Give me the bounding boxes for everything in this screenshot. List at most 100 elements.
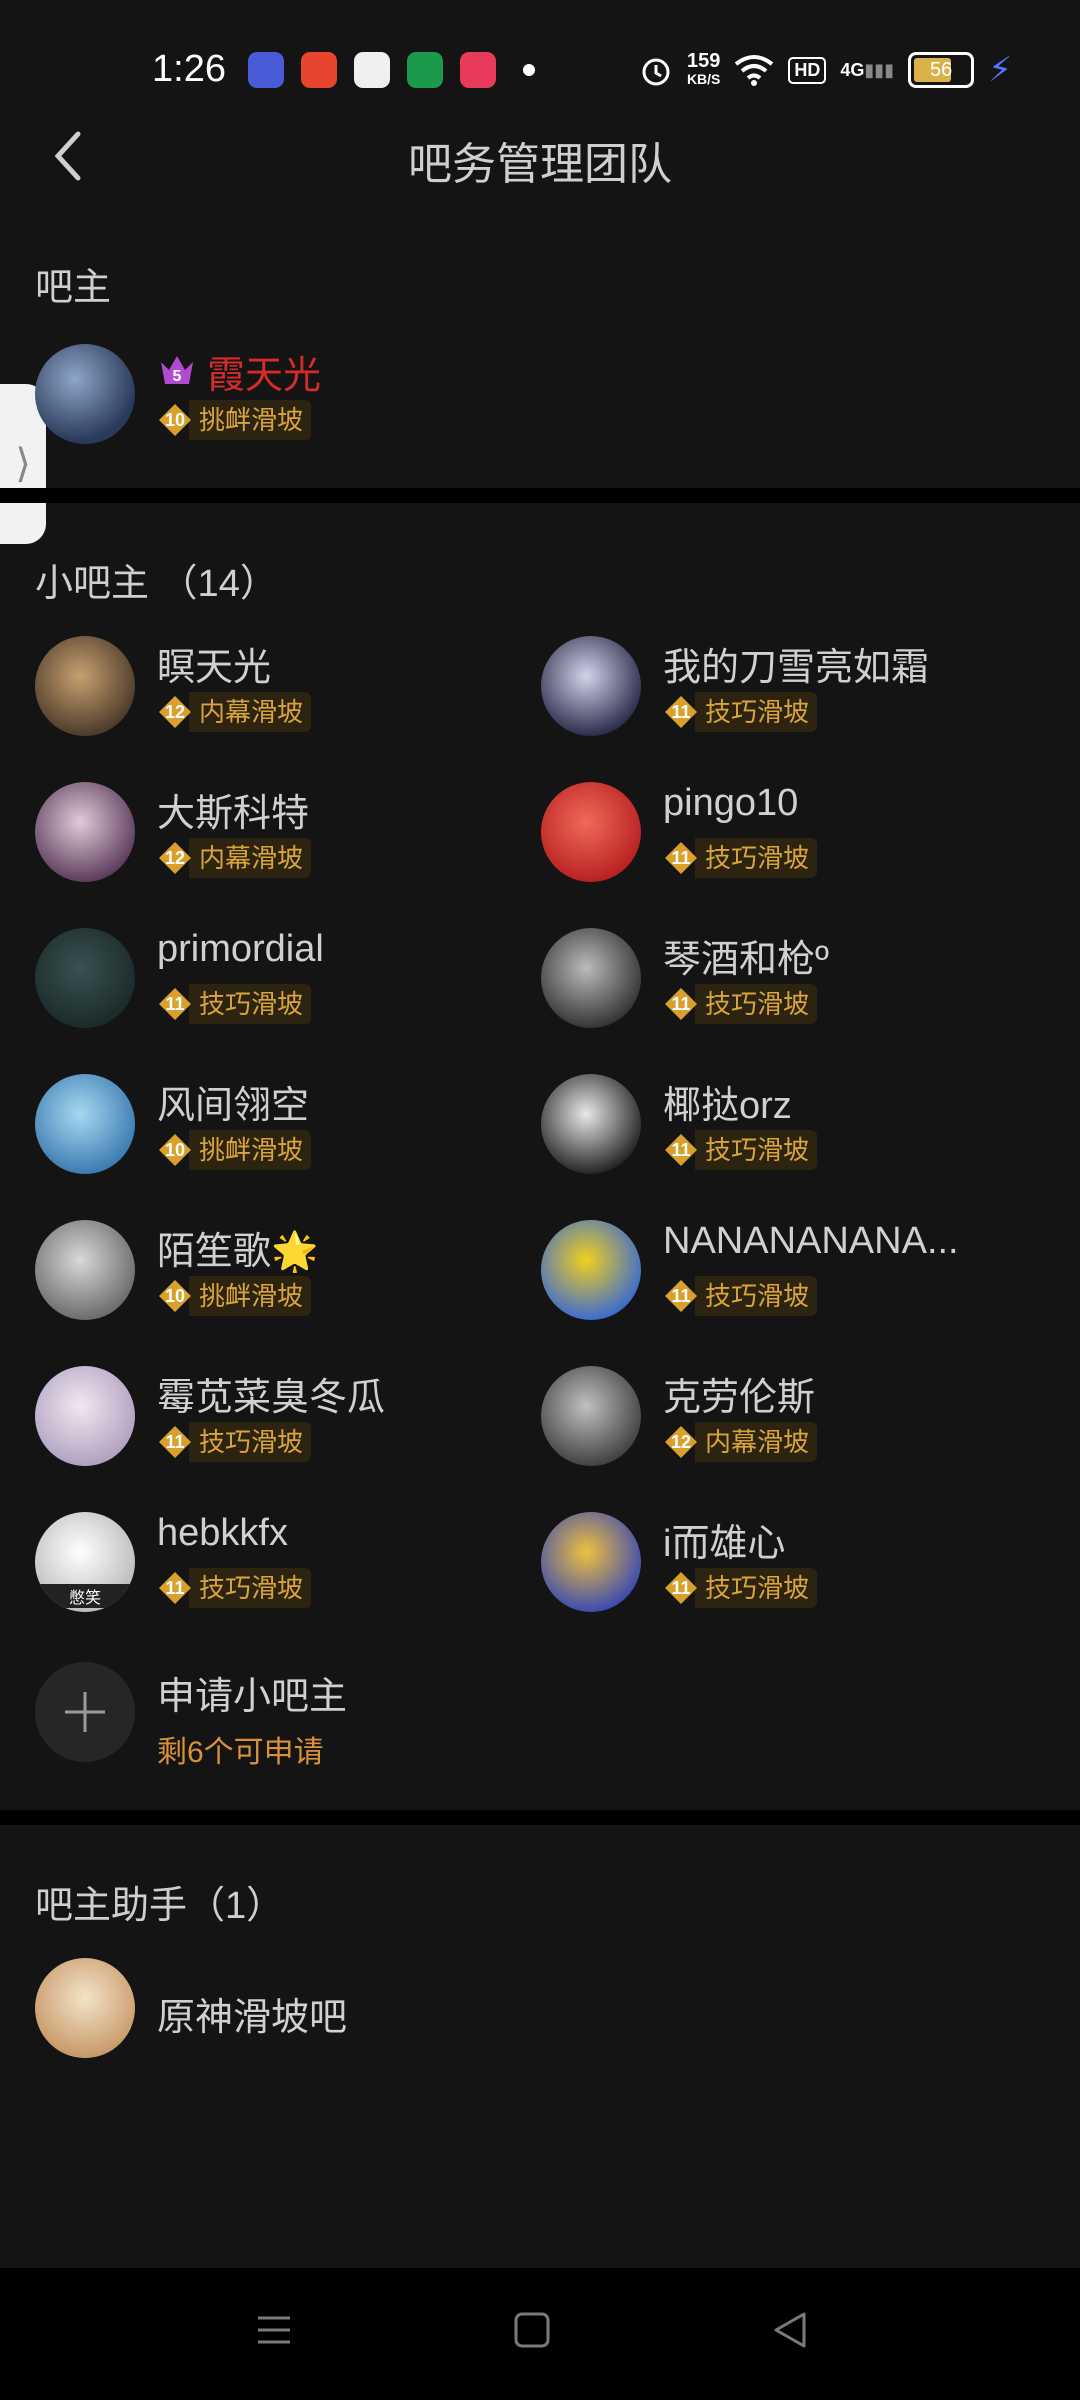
level-number: 10 [164,1140,186,1160]
menu-icon[interactable] [254,2310,294,2350]
level-title: 技巧滑坡 [695,838,818,878]
assistant-name: 原神滑坡吧 [157,1997,348,2039]
assistant-section-title: 吧主助手（1） [35,1885,285,1927]
avatar [35,1074,135,1174]
sub-owner-item[interactable]: i而雄心 11 技巧滑坡 [541,1512,1021,1622]
svg-text:5: 5 [173,368,182,385]
charging-icon: ⚡ [988,51,1012,89]
avatar [541,782,641,882]
sub-owner-item[interactable]: 克劳伦斯 12 内幕滑坡 [541,1366,1021,1476]
owner-section-title: 吧主 [35,267,112,309]
member-name: hebkkfx [157,1512,288,1554]
member-name: 霉苋菜臭冬瓜 [157,1377,386,1419]
level-title: 技巧滑坡 [695,1568,818,1608]
level-title: 技巧滑坡 [695,984,818,1024]
member-name: 瞑天光 [157,647,272,689]
member-name: 琴酒和枪º [663,939,829,981]
level-badge: 12 内幕滑坡 [663,1422,818,1462]
level-badge: 11 技巧滑坡 [157,1422,312,1462]
level-badge: 11 技巧滑坡 [663,984,818,1024]
system-nav-bar [0,2268,1080,2400]
avatar [35,1220,135,1320]
level-number: 12 [164,848,186,868]
avatar-caption: 憋笑 [35,1584,135,1608]
level-badge: 12 内幕滑坡 [157,692,312,732]
oppo-app-icon [407,52,443,88]
level-title: 挑衅滑坡 [189,1276,312,1316]
avatar [541,1220,641,1320]
avatar [35,782,135,882]
level-title: 技巧滑坡 [695,692,818,732]
status-right: 159 KB/S HD 4G▮▮▮ 56 ⚡ [639,50,1012,90]
level-badge: 11 技巧滑坡 [157,984,312,1024]
level-title: 技巧滑坡 [189,1568,312,1608]
owner-member[interactable]: 5 霞天光 10 挑衅滑坡 [35,344,515,454]
level-number: 12 [670,1432,692,1452]
level-number: 11 [165,994,185,1014]
level-title: 挑衅滑坡 [189,1130,312,1170]
wifi-icon [735,55,774,86]
level-number: 11 [165,1578,185,1598]
avatar [541,1366,641,1466]
section-divider [0,1810,1080,1825]
sub-owner-item[interactable]: 我的刀雪亮如霜 11 技巧滑坡 [541,636,1021,746]
apply-remaining-text: 剩6个可申请 [157,1736,324,1769]
owner-name: 霞天光 [207,355,322,397]
level-number: 11 [165,1432,185,1452]
back-nav-icon[interactable] [770,2310,810,2350]
status-time: 1:26 [152,48,226,90]
level-badge: 11 技巧滑坡 [663,1568,818,1608]
avatar [35,636,135,736]
sub-section-title: 小吧主 （14） [35,563,278,605]
member-name: 陌笙歌🌟 [157,1231,319,1273]
signal-icon: 4G▮▮▮ [840,59,895,80]
level-badge: 11 技巧滑坡 [663,838,818,878]
sub-owner-item[interactable]: 风间翎空 10 挑衅滑坡 [35,1074,515,1184]
apply-sub-owner-button[interactable] [35,1662,135,1762]
sub-owner-item[interactable]: 琴酒和枪º 11 技巧滑坡 [541,928,1021,1038]
member-name: pingo10 [663,782,799,824]
level-title: 技巧滑坡 [189,1422,312,1462]
level-badge: 10 挑衅滑坡 [157,1276,312,1316]
sub-owner-item[interactable]: 霉苋菜臭冬瓜 11 技巧滑坡 [35,1366,515,1476]
avatar [541,1512,641,1612]
home-icon[interactable] [512,2310,552,2350]
assistant-member[interactable]: 原神滑坡吧 [35,1958,515,2068]
level-title: 内幕滑坡 [189,838,312,878]
avatar [35,344,135,444]
member-name: 大斯科特 [157,793,310,835]
sub-owner-item[interactable]: primordial 11 技巧滑坡 [35,928,515,1038]
avatar [35,928,135,1028]
page-title: 吧务管理团队 [408,140,672,189]
plus-icon [65,1692,105,1732]
hd-icon: HD [788,56,827,84]
level-badge: 10 挑衅滑坡 [157,400,312,440]
sub-owner-item[interactable]: 瞑天光 12 内幕滑坡 [35,636,515,746]
notification-icons [248,52,535,88]
sub-owner-item[interactable]: 大斯科特 12 内幕滑坡 [35,782,515,892]
level-number: 11 [671,994,691,1014]
music-app-icon [460,52,496,88]
battery-icon: 56 [908,52,975,88]
sub-owner-item[interactable]: 椰挞orz 11 技巧滑坡 [541,1074,1021,1184]
level-title: 内幕滑坡 [695,1422,818,1462]
avatar: 憋笑 [35,1512,135,1612]
member-name: 椰挞orz [663,1085,792,1127]
level-number: 12 [164,702,186,722]
tieba-app-icon [248,52,284,88]
avatar [541,928,641,1028]
level-title: 内幕滑坡 [189,692,312,732]
game-app-icon [354,52,390,88]
sub-owner-item[interactable]: NANANANANA... 11 技巧滑坡 [541,1220,1021,1330]
more-notifications-icon [523,64,535,76]
level-badge: 10 挑衅滑坡 [157,1130,312,1170]
member-name: 我的刀雪亮如霜 [663,647,930,689]
sub-owner-item[interactable]: 陌笙歌🌟 10 挑衅滑坡 [35,1220,515,1330]
level-title: 技巧滑坡 [695,1276,818,1316]
sub-owner-item[interactable]: pingo10 11 技巧滑坡 [541,782,1021,892]
level-number: 11 [671,1578,691,1598]
net-speed: 159 KB/S [686,50,721,87]
apply-sub-owner-label[interactable]: 申请小吧主 [157,1665,347,1720]
sub-owner-item[interactable]: 憋笑 hebkkfx 11 技巧滑坡 [35,1512,515,1622]
avatar [35,1366,135,1466]
